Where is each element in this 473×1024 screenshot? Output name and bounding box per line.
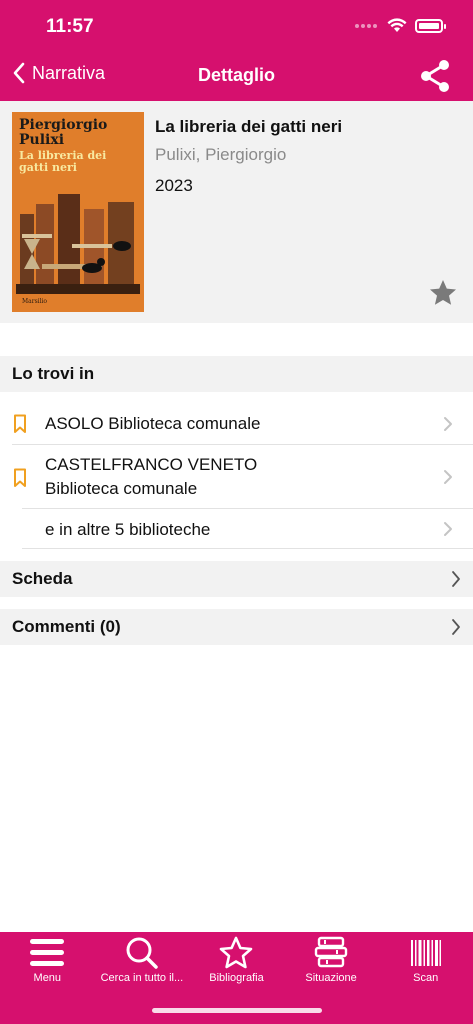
- tab-bar: Menu Cerca in tutto il... Bibliografia S…: [0, 932, 473, 1024]
- library-label-line2: Biblioteca comunale: [45, 479, 198, 498]
- availability-header-label: Lo trovi in: [12, 364, 95, 383]
- library-row-asolo[interactable]: ASOLO Biblioteca comunale: [0, 404, 473, 444]
- barcode-icon: [410, 940, 441, 966]
- tab-label: Bibliografia: [209, 972, 264, 984]
- comments-label: Commenti (0): [12, 617, 121, 636]
- chevron-right-icon: [452, 619, 460, 635]
- share-button[interactable]: [417, 58, 453, 94]
- scheda-row[interactable]: Scheda: [0, 561, 473, 597]
- favorite-button[interactable]: [428, 278, 458, 308]
- wifi-icon: [387, 18, 407, 32]
- scheda-label: Scheda: [12, 569, 73, 588]
- chevron-right-icon: [444, 470, 452, 484]
- menu-icon: [30, 939, 65, 966]
- back-label: Narrativa: [32, 62, 106, 83]
- more-libraries-label: e in altre 5 biblioteche: [45, 520, 211, 539]
- cover-author: Piergiorgio Pulixi: [19, 117, 108, 148]
- search-icon: [126, 937, 158, 969]
- app-header: 11:57 Narrativa Dettaglio: [0, 0, 473, 101]
- library-label-line1: CASTELFRANCO VENETO: [45, 455, 258, 474]
- tab-label: Scan: [413, 972, 439, 984]
- battery-icon: [415, 18, 446, 33]
- tab-scan[interactable]: Scan: [378, 932, 473, 992]
- cover-illustration: [12, 174, 144, 312]
- signal-icon: [355, 23, 377, 28]
- row-divider: [22, 548, 473, 549]
- status-time: 11:57: [46, 16, 94, 37]
- row-divider: [12, 444, 473, 445]
- home-indicator: [152, 1008, 322, 1013]
- availability-header: Lo trovi in: [0, 356, 473, 392]
- library-row-castelfranco[interactable]: CASTELFRANCO VENETO Biblioteca comunale: [0, 452, 473, 508]
- chevron-left-icon: [13, 62, 25, 84]
- book-year: 2023: [155, 176, 193, 195]
- star-icon: [220, 936, 253, 969]
- bookmark-icon: [14, 414, 26, 433]
- cover-publisher: Marsilio: [22, 298, 48, 305]
- chevron-right-icon: [444, 417, 452, 431]
- comments-row[interactable]: Commenti (0): [0, 609, 473, 645]
- bookmark-icon: [14, 468, 26, 487]
- library-label: CASTELFRANCO VENETO Biblioteca comunale: [45, 453, 257, 501]
- library-label: ASOLO Biblioteca comunale: [45, 414, 261, 433]
- book-cover[interactable]: Piergiorgio Pulixi La libreria dei gatti…: [12, 112, 144, 312]
- books-icon: [314, 936, 348, 968]
- chevron-right-icon: [452, 571, 460, 587]
- tab-label: Menu: [33, 972, 62, 984]
- tab-situazione[interactable]: Situazione: [284, 932, 379, 992]
- cover-title: La libreria dei gatti neri: [19, 149, 107, 174]
- tab-search[interactable]: Cerca in tutto il...: [95, 932, 190, 992]
- tab-bibliografia[interactable]: Bibliografia: [189, 932, 284, 992]
- share-icon: [421, 60, 449, 92]
- tab-label: Situazione: [305, 972, 357, 984]
- book-author: Pulixi, Piergiorgio: [155, 145, 287, 164]
- more-libraries-row[interactable]: e in altre 5 biblioteche: [0, 510, 473, 548]
- chevron-right-icon: [444, 522, 452, 536]
- tab-menu[interactable]: Menu: [0, 932, 95, 992]
- star-icon: [430, 280, 456, 305]
- row-divider: [22, 508, 473, 509]
- book-title: La libreria dei gatti neri: [155, 117, 343, 136]
- tab-label: Cerca in tutto il...: [100, 972, 184, 984]
- status-icons: [355, 18, 446, 33]
- back-button[interactable]: Narrativa: [12, 62, 105, 84]
